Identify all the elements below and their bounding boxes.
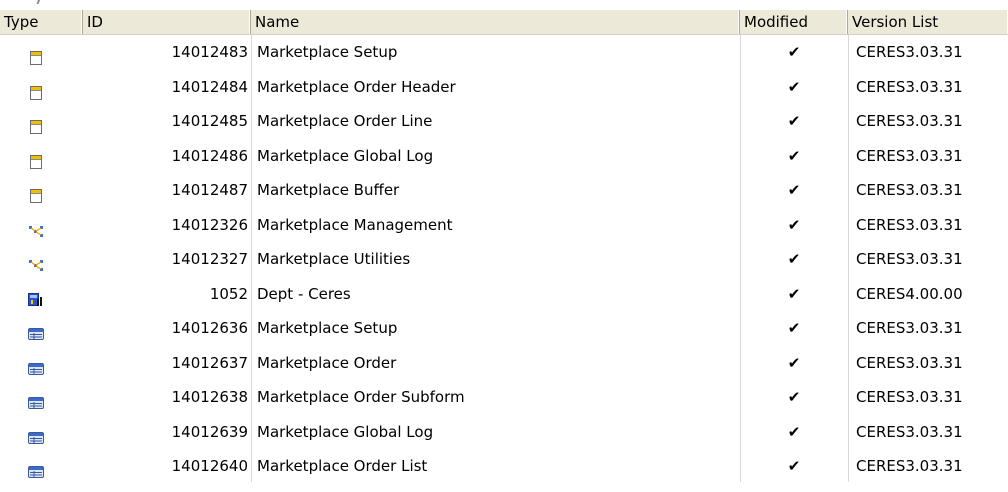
name-cell: Marketplace Global Log: [257, 146, 434, 165]
type-cell: [0, 104, 83, 139]
table-row[interactable]: 14012636 Marketplace Setup ✔ CERES3.03.31: [0, 311, 1008, 346]
table-row[interactable]: 14012484 Marketplace Order Header ✔ CERES3.…: [0, 70, 1008, 105]
modified-check-icon: ✔: [787, 319, 801, 337]
id-cell: 14012483: [171, 43, 248, 61]
type-cell: [0, 70, 83, 105]
modified-check-icon: ✔: [787, 457, 801, 475]
table-row[interactable]: 14012327 Marketplace Utilities ✔ CERES3.03.…: [0, 242, 1008, 277]
id-cell: 14012639: [171, 422, 248, 441]
type-cell: [0, 139, 83, 174]
modified-check-icon: ✔: [787, 250, 801, 268]
table-icon: [28, 113, 44, 134]
version-list-cell: CERES3.03.31: [856, 353, 963, 372]
type-cell: [0, 346, 83, 381]
modified-check-icon: ✔: [787, 43, 801, 61]
type-cell: [0, 277, 83, 312]
modified-check-icon: ✔: [787, 422, 801, 441]
modified-check-icon: ✔: [787, 112, 801, 130]
table-icon: [28, 44, 44, 65]
table-row[interactable]: 1052 Dept - Ceres ✔ CERES4.00.00: [0, 277, 1008, 312]
type-cell: [0, 311, 83, 346]
modified-check-icon: ✔: [787, 388, 801, 406]
name-cell: Marketplace Order Subform: [257, 388, 465, 406]
table-row[interactable]: 14012638 Marketplace Order Subform ✔ CERES3…: [0, 380, 1008, 415]
id-cell: 14012640: [171, 457, 248, 475]
form-icon: [28, 458, 44, 478]
type-cell: [0, 415, 83, 450]
id-cell: 14012485: [171, 112, 248, 130]
report-icon: [28, 286, 44, 306]
type-cell: [0, 35, 83, 70]
table-icon: [28, 182, 44, 203]
column-header-modified[interactable]: Modified: [740, 10, 848, 34]
name-cell: Marketplace Order Header: [257, 77, 456, 96]
name-cell: Marketplace Order List: [257, 457, 428, 475]
column-header-type[interactable]: Type: [0, 10, 83, 34]
table-row[interactable]: 14012637 Marketplace Order ✔ CERES3.03.31: [0, 346, 1008, 381]
version-list-cell: CERES3.03.31: [856, 457, 963, 475]
name-cell: Marketplace Management: [257, 215, 453, 234]
column-header-id[interactable]: ID: [83, 10, 251, 34]
type-cell: [0, 449, 83, 484]
modified-check-icon: ✔: [787, 353, 801, 372]
version-list-cell: CERES3.03.31: [856, 43, 963, 61]
id-cell: 14012487: [171, 181, 248, 199]
codeunit-icon: [28, 251, 44, 271]
column-header-bar: Type ID Name Modified Version List: [0, 10, 1008, 35]
version-list-cell: CERES3.03.31: [856, 112, 963, 130]
id-cell: 14012636: [171, 319, 248, 337]
version-list-cell: CERES3.03.31: [856, 215, 963, 234]
form-icon: [28, 320, 44, 340]
column-header-name[interactable]: Name: [251, 10, 740, 34]
version-list-cell: CERES3.03.31: [856, 77, 963, 96]
table-row[interactable]: 14012485 Marketplace Order Line ✔ CERES3.03…: [0, 104, 1008, 139]
type-cell: [0, 380, 83, 415]
name-cell: Marketplace Utilities: [257, 250, 411, 268]
version-list-cell: CERES3.03.31: [856, 146, 963, 165]
table-row[interactable]: 14012486 Marketplace Global Log ✔ CERES3.03…: [0, 139, 1008, 174]
codeunit-icon: [28, 217, 44, 237]
type-cell: [0, 208, 83, 243]
version-list-cell: CERES3.03.31: [856, 388, 963, 406]
table-icon: [28, 148, 44, 169]
id-cell: 14012327: [171, 250, 248, 268]
modified-check-icon: ✔: [787, 146, 801, 165]
name-cell: Marketplace Global Log: [257, 422, 434, 441]
modified-check-icon: ✔: [787, 284, 801, 303]
modified-check-icon: ✔: [787, 181, 801, 199]
table-row[interactable]: 14012326 Marketplace Management ✔ CERES3.03…: [0, 208, 1008, 243]
column-header-version-list[interactable]: Version List: [848, 10, 1008, 34]
form-icon: [28, 355, 44, 375]
form-icon: [28, 424, 44, 444]
modified-check-icon: ✔: [787, 77, 801, 96]
version-list-cell: CERES3.03.31: [856, 319, 963, 337]
form-icon: [28, 389, 44, 409]
id-cell: 1052: [209, 284, 248, 303]
table-icon: [28, 79, 44, 100]
id-cell: 14012486: [171, 146, 248, 165]
name-cell: Marketplace Buffer: [257, 181, 400, 199]
version-list-cell: CERES4.00.00: [856, 284, 963, 303]
type-cell: [0, 173, 83, 208]
name-cell: Dept - Ceres: [257, 284, 351, 303]
id-cell: 14012637: [171, 353, 248, 372]
table-row[interactable]: 14012640 Marketplace Order List ✔ CERES3.03…: [0, 449, 1008, 484]
id-cell: 14012326: [171, 215, 248, 234]
table-row[interactable]: 14012639 Marketplace Global Log ✔ CERES3.03…: [0, 415, 1008, 450]
name-cell: Marketplace Setup: [257, 43, 398, 61]
modified-check-icon: ✔: [787, 215, 801, 234]
id-cell: 14012484: [171, 77, 248, 96]
version-list-cell: CERES3.03.31: [856, 181, 963, 199]
type-cell: [0, 242, 83, 277]
table-row[interactable]: 14012483 Marketplace Setup ✔ CERES3.03.31: [0, 35, 1008, 70]
version-list-cell: CERES3.03.31: [856, 422, 963, 441]
object-list: 14012483 Marketplace Setup ✔ CERES3.03.31 14…: [0, 35, 1008, 484]
name-cell: Marketplace Order: [257, 353, 397, 372]
name-cell: Marketplace Setup: [257, 319, 398, 337]
id-cell: 14012638: [171, 388, 248, 406]
version-list-cell: CERES3.03.31: [856, 250, 963, 268]
name-cell: Marketplace Order Line: [257, 112, 433, 130]
cropped-title-fragment: [36, 0, 49, 4]
table-row[interactable]: 14012487 Marketplace Buffer ✔ CERES3.03.31: [0, 173, 1008, 208]
